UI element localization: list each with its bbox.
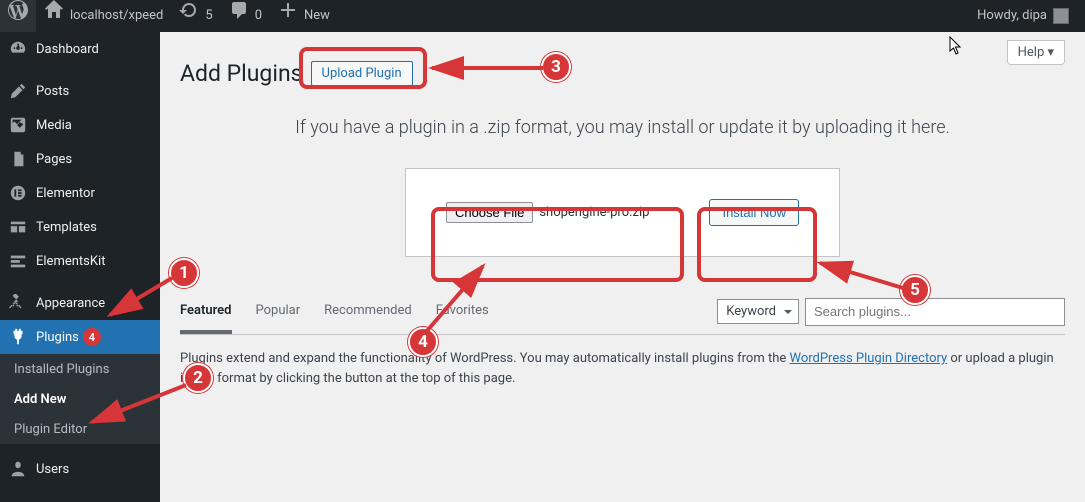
mouse-cursor-icon bbox=[949, 36, 965, 60]
choose-file-button[interactable]: Choose File bbox=[446, 202, 533, 223]
file-input-group: Choose File shopengine-pro.zip bbox=[446, 202, 650, 223]
plugin-directory-link[interactable]: WordPress Plugin Directory bbox=[789, 351, 947, 366]
howdy-text: Howdy, dipa bbox=[977, 0, 1047, 32]
upload-form-wrap: Choose File shopengine-pro.zip Install N… bbox=[180, 168, 1065, 257]
sidebar-item-elementor[interactable]: Elementor bbox=[0, 176, 160, 210]
sidebar-templates-label: Templates bbox=[36, 220, 97, 235]
wp-logo-menu[interactable] bbox=[0, 0, 36, 32]
site-name-text: localhost/xpeed bbox=[70, 0, 163, 32]
sidebar-item-templates[interactable]: Templates bbox=[0, 210, 160, 244]
help-tab-button[interactable]: Help ▾ bbox=[1007, 40, 1065, 65]
install-now-button[interactable]: Install Now bbox=[709, 199, 799, 226]
sidebar-plugins-label: Plugins bbox=[36, 330, 79, 345]
update-icon bbox=[179, 0, 199, 33]
upload-form: Choose File shopengine-pro.zip Install N… bbox=[405, 168, 840, 257]
site-home-link[interactable]: localhost/xpeed bbox=[36, 0, 171, 32]
admin-sidebar: Dashboard Posts Media Pages Elementor Te… bbox=[0, 32, 160, 502]
avatar bbox=[1053, 8, 1069, 24]
elementor-icon bbox=[8, 183, 28, 203]
sidebar-elementor-label: Elementor bbox=[36, 186, 95, 201]
media-icon bbox=[8, 115, 28, 135]
updates-count: 5 bbox=[205, 0, 212, 32]
comments-link[interactable]: 0 bbox=[221, 0, 270, 32]
plugins-description: Plugins extend and expand the functional… bbox=[180, 349, 1065, 388]
upload-plugin-button[interactable]: Upload Plugin bbox=[311, 61, 413, 86]
sidebar-dashboard-label: Dashboard bbox=[36, 42, 99, 57]
tab-popular[interactable]: Popular bbox=[256, 297, 301, 334]
desc-before: Plugins extend and expand the functional… bbox=[180, 351, 789, 366]
my-account-link[interactable]: Howdy, dipa bbox=[963, 0, 1077, 32]
admin-topbar: localhost/xpeed 5 0 New Howdy, dipa bbox=[0, 0, 1085, 32]
submenu-plugin-editor[interactable]: Plugin Editor bbox=[0, 414, 160, 444]
tab-featured[interactable]: Featured bbox=[180, 297, 232, 334]
main-content: Help ▾ Add Plugins Upload Plugin If you … bbox=[160, 32, 1085, 502]
plugins-update-badge: 4 bbox=[83, 328, 101, 346]
users-icon bbox=[8, 459, 28, 479]
sidebar-item-media[interactable]: Media bbox=[0, 108, 160, 142]
wordpress-icon bbox=[8, 0, 28, 33]
plugin-tabs: Featured Popular Recommended Favorites bbox=[180, 297, 489, 334]
templates-icon bbox=[8, 217, 28, 237]
sidebar-item-appearance[interactable]: Appearance bbox=[0, 286, 160, 320]
sidebar-appearance-label: Appearance bbox=[36, 296, 105, 311]
filter-row: Featured Popular Recommended Favorites K… bbox=[180, 297, 1065, 335]
submenu-installed-plugins[interactable]: Installed Plugins bbox=[0, 354, 160, 384]
sidebar-media-label: Media bbox=[36, 118, 72, 133]
plugins-icon bbox=[8, 327, 28, 347]
new-content-link[interactable]: New bbox=[270, 0, 338, 32]
chosen-file-name: shopengine-pro.zip bbox=[539, 205, 649, 220]
plus-icon bbox=[278, 0, 298, 33]
sidebar-item-dashboard[interactable]: Dashboard bbox=[0, 32, 160, 66]
sidebar-posts-label: Posts bbox=[36, 84, 69, 99]
search-type-select[interactable]: Keyword bbox=[717, 299, 799, 324]
sidebar-item-posts[interactable]: Posts bbox=[0, 74, 160, 108]
posts-icon bbox=[8, 81, 28, 101]
appearance-icon bbox=[8, 293, 28, 313]
pages-icon bbox=[8, 149, 28, 169]
comments-icon bbox=[229, 0, 249, 33]
new-label: New bbox=[304, 0, 330, 32]
sidebar-users-label: Users bbox=[36, 462, 69, 477]
tab-favorites[interactable]: Favorites bbox=[436, 297, 489, 334]
sidebar-item-users[interactable]: Users bbox=[0, 452, 160, 486]
sidebar-pages-label: Pages bbox=[36, 152, 72, 167]
elementskit-icon bbox=[8, 251, 28, 271]
search-plugins-input[interactable] bbox=[805, 298, 1065, 326]
tab-recommended[interactable]: Recommended bbox=[324, 297, 412, 334]
admin-topbar-right: Howdy, dipa bbox=[963, 0, 1077, 32]
admin-topbar-left: localhost/xpeed 5 0 New bbox=[0, 0, 338, 32]
submenu-add-new[interactable]: Add New bbox=[0, 384, 160, 414]
home-icon bbox=[44, 0, 64, 33]
sidebar-item-pages[interactable]: Pages bbox=[0, 142, 160, 176]
plugins-submenu: Installed Plugins Add New Plugin Editor bbox=[0, 354, 160, 444]
sidebar-item-plugins[interactable]: Plugins 4 bbox=[0, 320, 160, 354]
search-group: Keyword bbox=[717, 298, 1065, 334]
page-title-row: Add Plugins Upload Plugin bbox=[180, 60, 1065, 87]
comments-count: 0 bbox=[255, 0, 262, 32]
sidebar-elementskit-label: ElementsKit bbox=[36, 254, 105, 269]
upload-description: If you have a plugin in a .zip format, y… bbox=[180, 117, 1065, 138]
updates-link[interactable]: 5 bbox=[171, 0, 220, 32]
page-title: Add Plugins bbox=[180, 60, 303, 87]
dashboard-icon bbox=[8, 39, 28, 59]
sidebar-item-elementskit[interactable]: ElementsKit bbox=[0, 244, 160, 278]
